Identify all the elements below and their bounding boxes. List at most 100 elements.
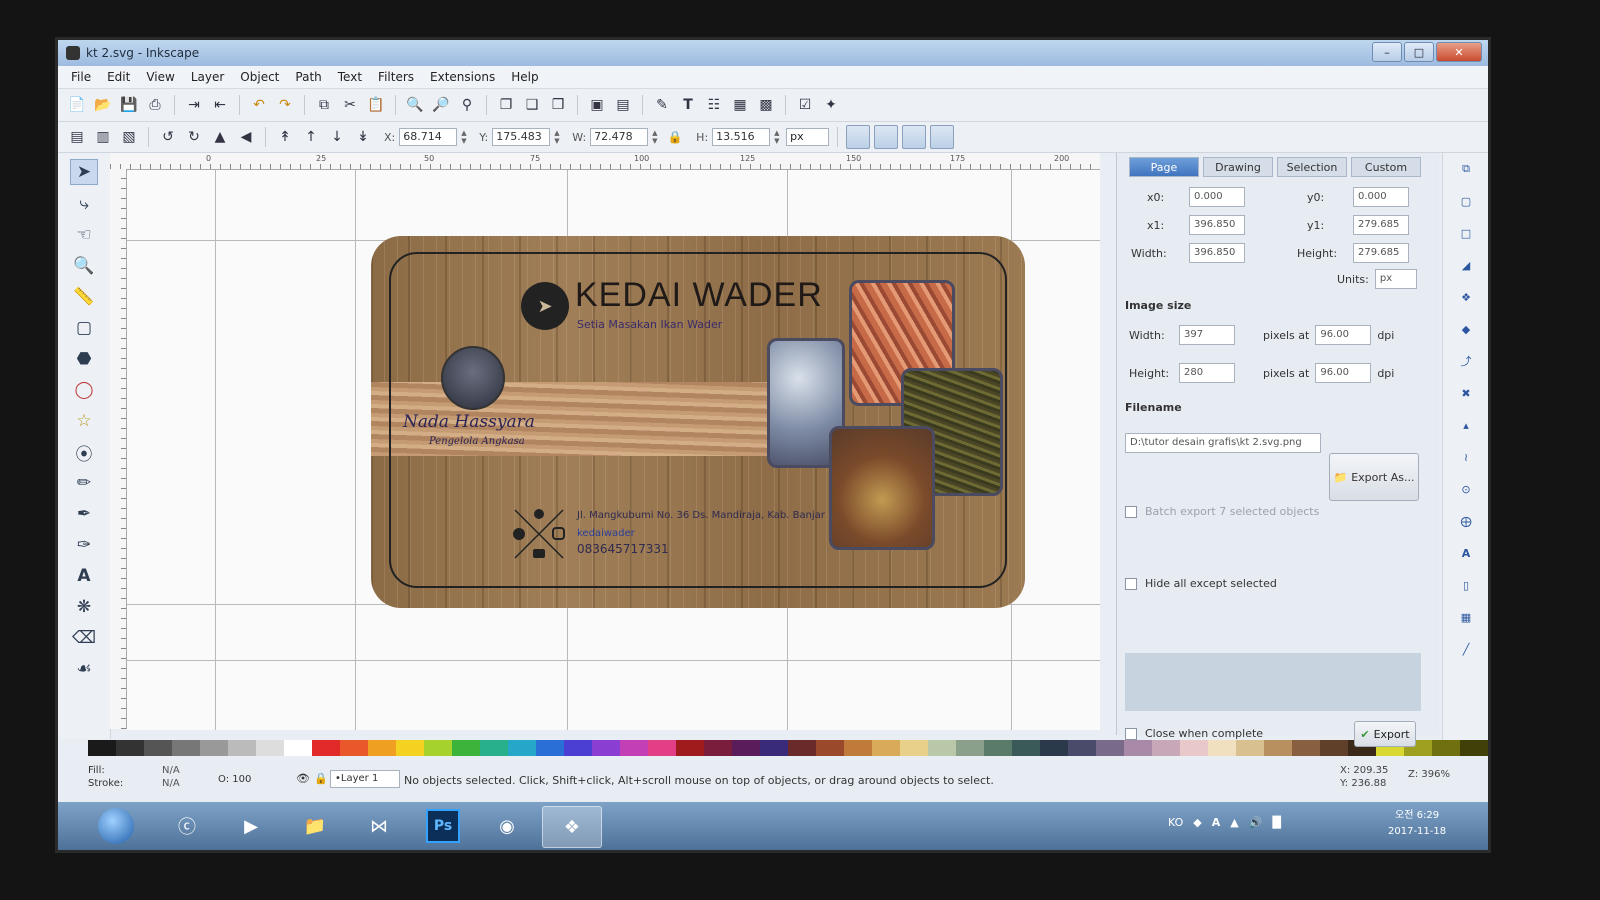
input-method-icon[interactable]: ◆: [1193, 816, 1201, 829]
snap-guide-icon[interactable]: ╱: [1457, 641, 1475, 657]
image-width-dpi-input[interactable]: 96.00: [1315, 325, 1372, 345]
undo-icon[interactable]: ↶: [248, 94, 270, 116]
image-width-input[interactable]: 397: [1179, 325, 1235, 345]
export-as-button[interactable]: 📁 Export As...: [1329, 453, 1419, 501]
palette-swatch[interactable]: [144, 740, 172, 756]
snap-center-icon[interactable]: ⊙: [1457, 481, 1475, 497]
clone-icon[interactable]: ❑: [521, 94, 543, 116]
palette-swatch[interactable]: [760, 740, 788, 756]
select-all-layers-icon[interactable]: ▥: [92, 126, 114, 148]
y0-input[interactable]: 0.000: [1353, 187, 1409, 207]
select-all-icon[interactable]: ▤: [66, 126, 88, 148]
measure-tool-icon[interactable]: 📏: [71, 285, 97, 309]
preferences-icon[interactable]: ✦: [820, 94, 842, 116]
export-button[interactable]: ✔ Export: [1354, 721, 1416, 747]
palette-swatch[interactable]: [480, 740, 508, 756]
palette-swatch[interactable]: [172, 740, 200, 756]
palette-swatch[interactable]: [620, 740, 648, 756]
snap-cusp-icon[interactable]: ▴: [1457, 417, 1475, 433]
import-icon[interactable]: ⇥: [183, 94, 205, 116]
duplicate-icon[interactable]: ❐: [495, 94, 517, 116]
layer-select[interactable]: •Layer 1: [330, 770, 400, 788]
raise-icon[interactable]: ↑: [300, 126, 322, 148]
palette-swatch[interactable]: [536, 740, 564, 756]
h-spinner[interactable]: ▲ ▼: [774, 128, 782, 146]
filename-input[interactable]: D:\tutor desain grafis\kt 2.svg.png: [1125, 433, 1321, 453]
hide-all-checkbox[interactable]: Hide all except selected: [1125, 577, 1277, 590]
image-height-dpi-input[interactable]: 96.00: [1315, 363, 1372, 383]
palette-swatch[interactable]: [508, 740, 536, 756]
signal-icon[interactable]: █: [1272, 816, 1280, 829]
document-properties-icon[interactable]: ☑: [794, 94, 816, 116]
visual-studio-icon[interactable]: ⋈: [350, 806, 408, 846]
snap-rotation-center-icon[interactable]: ⨁: [1457, 513, 1475, 529]
tab-drawing[interactable]: Drawing: [1203, 157, 1273, 177]
snap-enable-icon[interactable]: ⧉: [1457, 161, 1475, 177]
group-icon[interactable]: ▣: [586, 94, 608, 116]
rotate-ccw-icon[interactable]: ↺: [157, 126, 179, 148]
save-icon[interactable]: 💾: [118, 94, 140, 116]
ellipse-tool-icon[interactable]: ◯: [71, 378, 97, 402]
calligraphy-tool-icon[interactable]: ✑: [71, 533, 97, 557]
area-width-input[interactable]: 396.850: [1189, 243, 1245, 263]
snap-nodes-icon[interactable]: ◆: [1457, 321, 1475, 337]
spiral-tool-icon[interactable]: ⦿: [71, 440, 97, 465]
palette-swatch[interactable]: [872, 740, 900, 756]
palette-swatch[interactable]: [1180, 740, 1208, 756]
ungroup-icon[interactable]: ▤: [612, 94, 634, 116]
opacity-value[interactable]: 100: [232, 774, 251, 785]
palette-swatch[interactable]: [1040, 740, 1068, 756]
copy-icon[interactable]: ⧉: [313, 94, 335, 116]
scale-corners-toggle[interactable]: [874, 125, 899, 149]
network-icon[interactable]: ▲: [1230, 816, 1238, 829]
close-when-complete-checkbox[interactable]: Close when complete: [1125, 727, 1263, 740]
menu-extensions[interactable]: Extensions: [423, 68, 502, 86]
palette-swatch[interactable]: [1124, 740, 1152, 756]
snap-page-icon[interactable]: ▯: [1457, 577, 1475, 593]
rectangle-tool-icon[interactable]: ▢: [71, 316, 97, 340]
move-patterns-toggle[interactable]: [930, 125, 955, 149]
palette-swatch[interactable]: [676, 740, 704, 756]
start-button[interactable]: [98, 808, 134, 844]
volume-icon[interactable]: 🔊: [1249, 816, 1263, 829]
move-gradients-toggle[interactable]: [902, 125, 927, 149]
selector-tool-icon[interactable]: ➤: [70, 159, 98, 185]
batch-export-checkbox[interactable]: Batch export 7 selected objects: [1125, 505, 1319, 518]
zoom-value[interactable]: 396%: [1421, 769, 1450, 780]
snap-intersection-icon[interactable]: ✖: [1457, 385, 1475, 401]
redo-icon[interactable]: ↷: [274, 94, 296, 116]
palette-swatch[interactable]: [368, 740, 396, 756]
snap-midpoint-icon[interactable]: ❖: [1457, 289, 1475, 305]
palette-swatch[interactable]: [284, 740, 312, 756]
h-input[interactable]: 13.516: [712, 128, 771, 146]
snap-bbox-icon[interactable]: ▢: [1457, 193, 1475, 209]
print-icon[interactable]: ⎙: [144, 94, 166, 116]
palette-swatch[interactable]: [816, 740, 844, 756]
units-select[interactable]: px: [1374, 269, 1417, 289]
snap-path-icon[interactable]: ⤴: [1457, 353, 1475, 369]
palette-swatch[interactable]: [928, 740, 956, 756]
paste-icon[interactable]: 📋: [365, 94, 387, 116]
palette-swatch[interactable]: [564, 740, 592, 756]
x-spinner[interactable]: ▲ ▼: [461, 128, 469, 146]
raise-top-icon[interactable]: ↟: [274, 126, 296, 148]
palette-swatch[interactable]: [200, 740, 228, 756]
menu-path[interactable]: Path: [288, 68, 328, 86]
deselect-icon[interactable]: ▧: [118, 126, 140, 148]
photoshop-task[interactable]: Ps: [414, 806, 472, 846]
menu-filters[interactable]: Filters: [371, 68, 421, 86]
language-indicator[interactable]: KO: [1168, 816, 1183, 829]
lower-icon[interactable]: ↓: [326, 126, 348, 148]
spray-tool-icon[interactable]: ❋: [71, 595, 97, 619]
palette-swatch[interactable]: [984, 740, 1012, 756]
y-input[interactable]: 175.483: [492, 128, 551, 146]
pencil-tool-icon[interactable]: ✏: [71, 471, 97, 495]
zoom-page-icon[interactable]: ⚲: [456, 94, 478, 116]
menu-file[interactable]: File: [64, 68, 98, 86]
w-spinner[interactable]: ▲ ▼: [652, 128, 660, 146]
chrome-icon[interactable]: ◉: [478, 806, 536, 846]
xml-editor-icon[interactable]: ▦: [729, 94, 751, 116]
palette-swatch[interactable]: [1096, 740, 1124, 756]
lower-bottom-icon[interactable]: ↡: [352, 126, 374, 148]
stroke-value[interactable]: N/A: [162, 777, 180, 790]
